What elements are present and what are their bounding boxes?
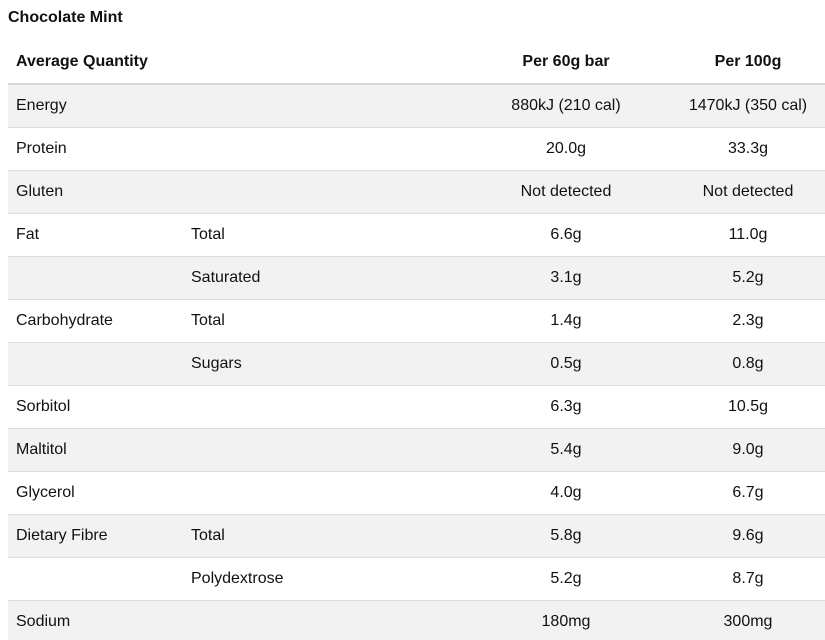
- nutrition-table: Average Quantity Per 60g bar Per 100g En…: [8, 41, 825, 640]
- table-row: Maltitol 5.4g 9.0g: [8, 428, 825, 472]
- nutrient-name: Sorbitol: [8, 385, 183, 429]
- value-per-bar: 180mg: [461, 600, 671, 640]
- value-per-bar: 6.3g: [461, 385, 671, 429]
- value-per-100g: 300mg: [671, 600, 825, 640]
- value-per-bar: 1.4g: [461, 299, 671, 343]
- header-average-quantity: Average Quantity: [8, 41, 461, 85]
- value-per-100g: 10.5g: [671, 385, 825, 429]
- nutrient-subtype: Total: [183, 299, 461, 343]
- nutrient-subtype: [183, 385, 461, 429]
- nutrient-subtype: Total: [183, 213, 461, 257]
- table-row: Gluten Not detected Not detected: [8, 170, 825, 214]
- value-per-bar: 5.8g: [461, 514, 671, 558]
- table-row: Dietary Fibre Total 5.8g 9.6g: [8, 514, 825, 558]
- table-row: Glycerol 4.0g 6.7g: [8, 471, 825, 515]
- nutrient-subtype: [183, 428, 461, 472]
- nutrient-subtype: [183, 84, 461, 128]
- nutrient-name: Gluten: [8, 170, 183, 214]
- value-per-100g: 9.6g: [671, 514, 825, 558]
- nutrient-name: Energy: [8, 84, 183, 128]
- nutrient-name: Dietary Fibre: [8, 514, 183, 558]
- nutrient-name: [8, 256, 183, 300]
- nutrient-subtype: Sugars: [183, 342, 461, 386]
- value-per-bar: 20.0g: [461, 127, 671, 171]
- nutrient-subtype: [183, 127, 461, 171]
- table-row: Energy 880kJ (210 cal) 1470kJ (350 cal): [8, 84, 825, 128]
- table-row: Polydextrose 5.2g 8.7g: [8, 557, 825, 601]
- nutrient-subtype: [183, 600, 461, 640]
- nutrient-subtype: Saturated: [183, 256, 461, 300]
- nutrient-subtype: Polydextrose: [183, 557, 461, 601]
- header-row: Average Quantity Per 60g bar Per 100g: [8, 41, 825, 85]
- table-row: Sugars 0.5g 0.8g: [8, 342, 825, 386]
- nutrient-subtype: [183, 170, 461, 214]
- value-per-bar: 3.1g: [461, 256, 671, 300]
- table-body: Energy 880kJ (210 cal) 1470kJ (350 cal) …: [8, 84, 825, 640]
- table-row: Sodium 180mg 300mg: [8, 600, 825, 640]
- table-row: Sorbitol 6.3g 10.5g: [8, 385, 825, 429]
- value-per-100g: 11.0g: [671, 213, 825, 257]
- table-header: Average Quantity Per 60g bar Per 100g: [8, 41, 825, 85]
- value-per-100g: 6.7g: [671, 471, 825, 515]
- nutrient-name: Maltitol: [8, 428, 183, 472]
- value-per-bar: 6.6g: [461, 213, 671, 257]
- nutrient-name: Fat: [8, 213, 183, 257]
- nutrient-name: Sodium: [8, 600, 183, 640]
- value-per-100g: 0.8g: [671, 342, 825, 386]
- value-per-bar: 5.4g: [461, 428, 671, 472]
- table-row: Fat Total 6.6g 11.0g: [8, 213, 825, 257]
- value-per-100g: 33.3g: [671, 127, 825, 171]
- value-per-bar: 5.2g: [461, 557, 671, 601]
- value-per-100g: Not detected: [671, 170, 825, 214]
- value-per-bar: 0.5g: [461, 342, 671, 386]
- header-per-100g: Per 100g: [671, 41, 825, 85]
- value-per-bar: 4.0g: [461, 471, 671, 515]
- header-per-bar: Per 60g bar: [461, 41, 671, 85]
- value-per-100g: 8.7g: [671, 557, 825, 601]
- nutrient-name: Glycerol: [8, 471, 183, 515]
- nutrient-name: Protein: [8, 127, 183, 171]
- value-per-bar: 880kJ (210 cal): [461, 84, 671, 128]
- nutrient-name: [8, 557, 183, 601]
- value-per-100g: 1470kJ (350 cal): [671, 84, 825, 128]
- table-row: Saturated 3.1g 5.2g: [8, 256, 825, 300]
- table-row: Carbohydrate Total 1.4g 2.3g: [8, 299, 825, 343]
- value-per-100g: 9.0g: [671, 428, 825, 472]
- nutrient-subtype: [183, 471, 461, 515]
- value-per-bar: Not detected: [461, 170, 671, 214]
- nutrient-name: [8, 342, 183, 386]
- table-row: Protein 20.0g 33.3g: [8, 127, 825, 171]
- value-per-100g: 2.3g: [671, 299, 825, 343]
- page-title: Chocolate Mint: [8, 9, 123, 26]
- value-per-100g: 5.2g: [671, 256, 825, 300]
- nutrient-subtype: Total: [183, 514, 461, 558]
- nutrient-name: Carbohydrate: [8, 299, 183, 343]
